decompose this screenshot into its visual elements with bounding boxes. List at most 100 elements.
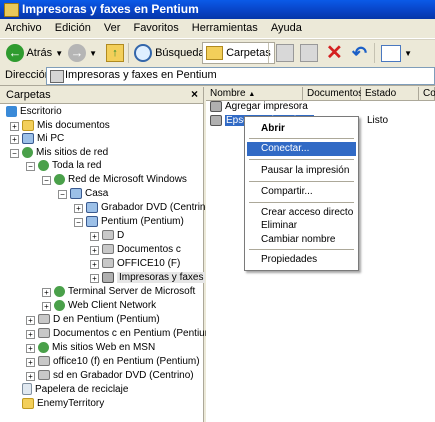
tree-item-grabador-dvd[interactable]: Grabador DVD (Centrino) (86, 201, 214, 214)
delete-x-icon: ✕ (326, 42, 343, 64)
tree-item-casa[interactable]: Casa (70, 187, 108, 200)
menu-item-abrir[interactable]: Abrir (247, 122, 356, 136)
folders-icon (206, 46, 223, 61)
menu-ver[interactable]: Ver (99, 19, 126, 38)
tree-item-red-microsoft-windows[interactable]: Red de Microsoft Windows (54, 173, 187, 186)
sort-asc-icon: ▲ (248, 91, 256, 98)
close-pane-icon[interactable]: × (191, 87, 198, 101)
collapse-icon[interactable]: − (74, 218, 83, 227)
search-label: Búsqueda (155, 47, 205, 59)
network-icon (54, 299, 65, 311)
expand-icon[interactable]: + (26, 316, 35, 325)
tree-item-mi-pc[interactable]: Mi PC (22, 132, 64, 145)
expand-icon[interactable]: + (90, 232, 99, 241)
menu-separator (249, 181, 354, 182)
expand-icon[interactable]: + (74, 204, 83, 213)
expand-icon[interactable]: + (10, 122, 19, 131)
menu-herramientas[interactable]: Herramientas (187, 19, 263, 38)
menu-item-crear-acceso-directo[interactable]: Crear acceso directo (247, 206, 356, 220)
toolbar: ← Atrás ▼ → ▼ ↑ Búsqueda Carpetas ✕ ↶ ▼ (0, 39, 435, 67)
tree-item-d[interactable]: D (102, 229, 124, 242)
back-button[interactable]: ← Atrás ▼ (6, 42, 63, 64)
views-button[interactable]: ▼ (381, 42, 412, 64)
forward-arrow-icon: → (68, 44, 86, 63)
computer-icon (22, 132, 34, 144)
toolbar-divider-3 (374, 43, 375, 63)
tree-item-office10-en-pentium[interactable]: office10 (f) en Pentium (Pentium) (38, 355, 200, 368)
tree-item-sd-en-grabador[interactable]: sd en Grabador DVD (Centrino) (38, 369, 194, 382)
copy-to-button[interactable] (300, 42, 318, 64)
search-button[interactable]: Búsqueda (134, 42, 205, 64)
tree-item-web-client-network[interactable]: Web Client Network (54, 299, 156, 312)
menu-item-conectar[interactable]: Conectar... (247, 142, 356, 156)
tree-item-mis-sitios-web-msn[interactable]: Mis sitios Web en MSN (38, 341, 155, 354)
tree-item-papelera[interactable]: Papelera de reciclaje (22, 383, 128, 396)
undo-button[interactable]: ↶ (352, 42, 367, 64)
menu-ayuda[interactable]: Ayuda (266, 19, 307, 38)
expand-icon[interactable]: + (26, 344, 35, 353)
tree-item-impresoras-y-faxes[interactable]: Impresoras y faxes (102, 271, 206, 284)
column-header-nombre[interactable]: Nombre ▲ (206, 87, 303, 101)
views-dropdown-icon[interactable]: ▼ (404, 49, 412, 58)
menu-item-cambiar-nombre[interactable]: Cambiar nombre (247, 233, 356, 247)
desktop-icon (6, 105, 17, 117)
collapse-icon[interactable]: − (58, 190, 67, 199)
collapse-icon[interactable]: − (42, 176, 51, 185)
tree-item-terminal-server[interactable]: Terminal Server de Microsoft (54, 285, 195, 298)
column-header-estado[interactable]: Estado (361, 87, 419, 101)
menu-favoritos[interactable]: Favoritos (128, 19, 183, 38)
collapse-icon[interactable]: − (26, 162, 35, 171)
expand-icon[interactable]: + (42, 302, 51, 311)
expand-icon[interactable]: + (26, 330, 35, 339)
globe-icon (38, 159, 49, 171)
menu-item-compartir[interactable]: Compartir... (247, 185, 356, 199)
folders-pane-title: Carpetas (6, 89, 51, 101)
printer-folder-icon (50, 70, 64, 83)
expand-icon[interactable]: + (90, 260, 99, 269)
workgroup-icon (70, 187, 82, 199)
up-folder-button[interactable]: ↑ (106, 42, 124, 64)
folders-button[interactable]: Carpetas (202, 42, 275, 64)
menu-item-pausar[interactable]: Pausar la impresión (247, 164, 356, 178)
menu-item-propiedades[interactable]: Propiedades (247, 253, 356, 267)
tree-item-office10[interactable]: OFFICE10 (F) (102, 257, 180, 270)
list-item-agregar-impresora[interactable]: Agregar impresora (210, 100, 308, 114)
menu-item-eliminar[interactable]: Eliminar (247, 219, 356, 233)
expand-icon[interactable]: + (90, 246, 99, 255)
search-icon (134, 44, 152, 63)
context-menu: Abrir Conectar... Pausar la impresión Co… (244, 116, 359, 271)
tree-item-pentium[interactable]: Pentium (Pentium) (86, 215, 184, 228)
tree-item-mis-documentos[interactable]: Mis documentos (22, 119, 110, 132)
address-input[interactable]: Impresoras y faxes en Pentium (46, 67, 435, 85)
expand-icon[interactable]: + (42, 288, 51, 297)
expand-icon[interactable]: + (26, 358, 35, 367)
tree-item-toda-la-red[interactable]: Toda la red (38, 159, 101, 172)
menu-edicion[interactable]: Edición (50, 19, 96, 38)
tree-item-documentos-c-en-pentium[interactable]: Documentos c en Pentium (Pentium) (38, 327, 216, 340)
tree-item-d-en-pentium[interactable]: D en Pentium (Pentium) (38, 313, 160, 326)
msn-icon (38, 341, 49, 353)
title-bar: Impresoras y faxes en Pentium (0, 0, 435, 19)
address-label: Dirección (5, 69, 51, 81)
network-icon (54, 285, 65, 297)
share-icon (102, 244, 114, 255)
tree-item-enemyterritory[interactable]: EnemyTerritory (22, 397, 104, 410)
forward-dropdown-icon[interactable]: ▼ (89, 49, 97, 58)
tree-item-documentos-c[interactable]: Documentos c (102, 243, 181, 256)
move-to-button[interactable] (276, 42, 294, 64)
column-header-co[interactable]: Co (419, 87, 435, 101)
back-dropdown-icon[interactable]: ▼ (55, 49, 63, 58)
share-icon (102, 230, 114, 241)
expand-icon[interactable]: + (26, 372, 35, 381)
expand-icon[interactable]: + (10, 135, 19, 144)
computer-icon (86, 201, 98, 213)
forward-button[interactable]: → ▼ (68, 42, 97, 64)
tree-item-escritorio[interactable]: Escritorio (6, 105, 62, 118)
copy-to-icon (300, 44, 318, 63)
column-header-documentos[interactable]: Documentos (303, 87, 363, 101)
delete-button[interactable]: ✕ (326, 42, 343, 64)
tree-item-mis-sitios-de-red[interactable]: Mis sitios de red (22, 146, 108, 159)
expand-icon[interactable]: + (90, 274, 99, 283)
menu-archivo[interactable]: Archivo (0, 19, 47, 38)
collapse-icon[interactable]: − (10, 149, 19, 158)
